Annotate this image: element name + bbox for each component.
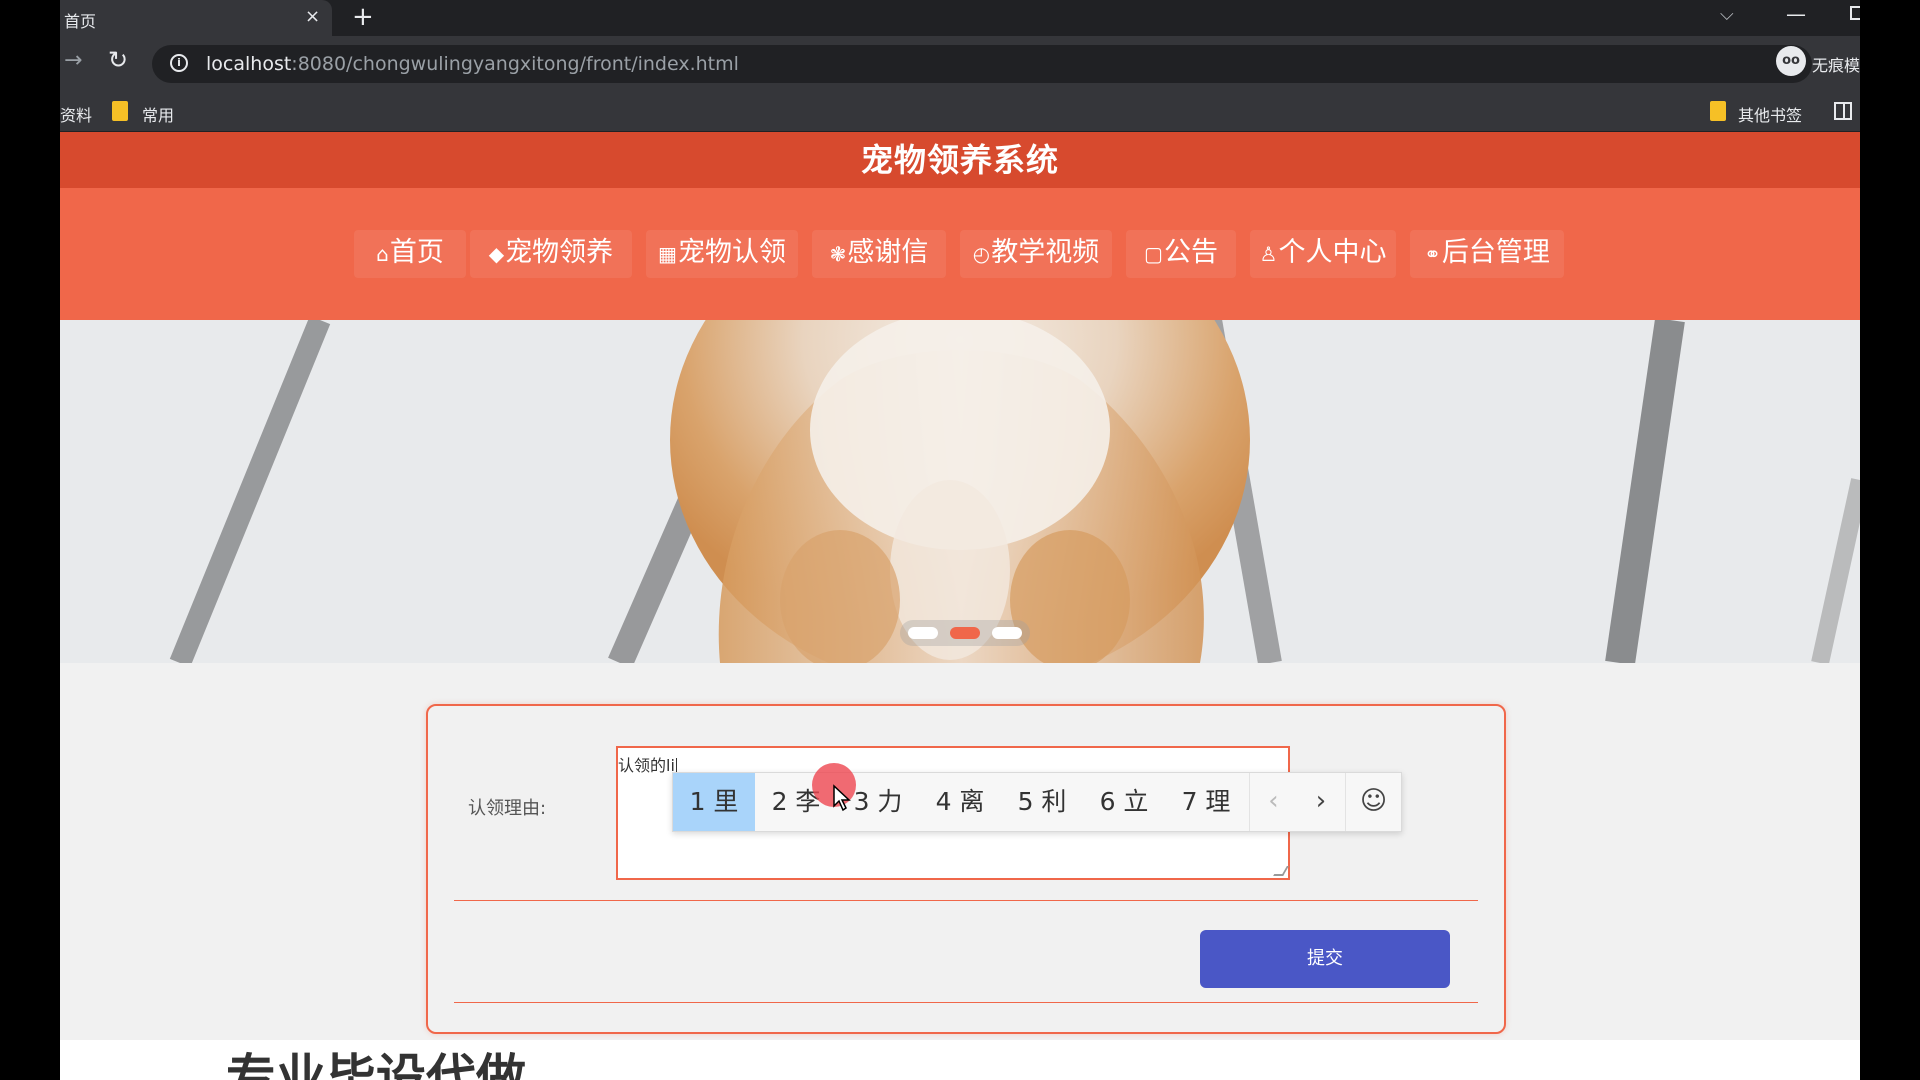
flower-icon: ❃ (829, 242, 847, 266)
tab-title: 首页 (64, 12, 97, 31)
submit-button[interactable]: 提交 (1200, 930, 1450, 988)
site-info-icon[interactable]: i (170, 54, 188, 72)
section-title: 专业毕设代做 (226, 1049, 526, 1080)
minimize-icon[interactable]: — (1786, 2, 1806, 26)
side-panel-icon[interactable] (1834, 102, 1852, 120)
nav-teaching-video[interactable]: ◴教学视频 (960, 230, 1112, 278)
browser-window: 首页 × + ⌵ — → ↻ i localhost:8080/chongwul… (60, 0, 1860, 1080)
nav-home[interactable]: ⌂首页 (354, 230, 466, 278)
home-icon: ⌂ (376, 242, 389, 266)
tab-search-icon[interactable]: ⌵ (1720, 4, 1734, 25)
ime-candidate[interactable]: 1 里 (673, 773, 755, 831)
forward-icon[interactable]: → (64, 48, 82, 73)
carousel-banner[interactable] (60, 320, 1860, 663)
ime-candidate[interactable]: 6 立 (1083, 773, 1165, 831)
link-icon: ⚭ (1424, 242, 1441, 266)
bookmarks-bar: 资料 常用 其他书签 (60, 92, 1860, 132)
form-divider (454, 900, 1478, 901)
resize-handle[interactable] (1273, 866, 1289, 876)
screen: 首页 × + ⌵ — → ↻ i localhost:8080/chongwul… (0, 0, 1920, 1080)
square-icon: ▢ (1144, 242, 1163, 266)
power-icon: ◴ (972, 242, 991, 266)
user-icon: ♙ (1259, 242, 1278, 266)
nav-pet-adoption[interactable]: ◆宠物领养 (470, 230, 632, 278)
nav-announcement[interactable]: ▢公告 (1126, 230, 1236, 278)
carousel-indicators (900, 620, 1030, 646)
bookmark-item[interactable]: 资料 (60, 102, 92, 126)
layers-icon: ◆ (488, 242, 505, 266)
grid-icon: ▦ (658, 242, 677, 266)
url-text[interactable]: localhost:8080/chongwulingyangxitong/fro… (206, 53, 739, 75)
ime-candidate[interactable]: 5 利 (1001, 773, 1083, 831)
tab-strip: 首页 × + ⌵ — (60, 0, 1860, 36)
browser-toolbar: → ↻ i localhost:8080/chongwulingyangxito… (60, 36, 1860, 92)
folder-icon (112, 101, 128, 121)
mouse-cursor-icon (833, 784, 851, 812)
reload-icon[interactable]: ↻ (108, 46, 128, 74)
emoji-icon[interactable]: ☺ (1345, 773, 1401, 831)
carousel-dot[interactable] (908, 627, 938, 639)
ime-next-icon[interactable]: › (1297, 773, 1345, 831)
other-bookmarks[interactable]: 其他书签 (1738, 102, 1802, 126)
nav-thank-you-letter[interactable]: ❃感谢信 (812, 230, 946, 278)
bookmark-item[interactable]: 常用 (142, 102, 174, 126)
site-title: 宠物领养系统 (860, 141, 1059, 179)
nav-admin[interactable]: ⚭后台管理 (1410, 230, 1564, 278)
close-tab-icon[interactable]: × (305, 6, 320, 27)
new-tab-icon[interactable]: + (352, 2, 374, 32)
nav-pet-claim[interactable]: ▦宠物认领 (646, 230, 798, 278)
incognito-profile-icon[interactable]: oo (1776, 46, 1806, 76)
maximize-icon[interactable] (1850, 6, 1860, 20)
site-header: 宠物领养系统 (60, 132, 1860, 188)
ime-candidate-bar: 1 里 2 李 3 力 4 离 5 利 6 立 7 理 ‹ › ☺ (672, 772, 1402, 832)
reason-value: 认领的li (618, 756, 677, 775)
address-bar[interactable]: i localhost:8080/chongwulingyangxitong/f… (152, 45, 1812, 83)
ime-prev-icon[interactable]: ‹ (1249, 773, 1297, 831)
carousel-dot[interactable] (992, 627, 1022, 639)
tab-home[interactable]: 首页 × (60, 0, 332, 36)
claim-form-card: 认领理由: 认领的li 提交 (426, 704, 1506, 1034)
ime-candidate[interactable]: 4 离 (919, 773, 1001, 831)
cat-photo (60, 320, 1860, 663)
main-nav: ⌂首页 ◆宠物领养 ▦宠物认领 ❃感谢信 ◴教学视频 ▢公告 ♙个人中心 ⚭后台… (60, 188, 1860, 320)
folder-icon (1710, 101, 1726, 121)
profile-label[interactable]: 无痕模 (1812, 52, 1860, 76)
nav-personal-center[interactable]: ♙个人中心 (1250, 230, 1396, 278)
reason-label: 认领理由: (468, 798, 547, 819)
ime-candidate[interactable]: 7 理 (1165, 773, 1247, 831)
form-divider (454, 1002, 1478, 1003)
carousel-dot-active[interactable] (950, 627, 980, 639)
page-content: 宠物领养系统 ⌂首页 ◆宠物领养 ▦宠物认领 ❃感谢信 ◴教学视频 ▢公告 ♙个… (60, 132, 1860, 1080)
